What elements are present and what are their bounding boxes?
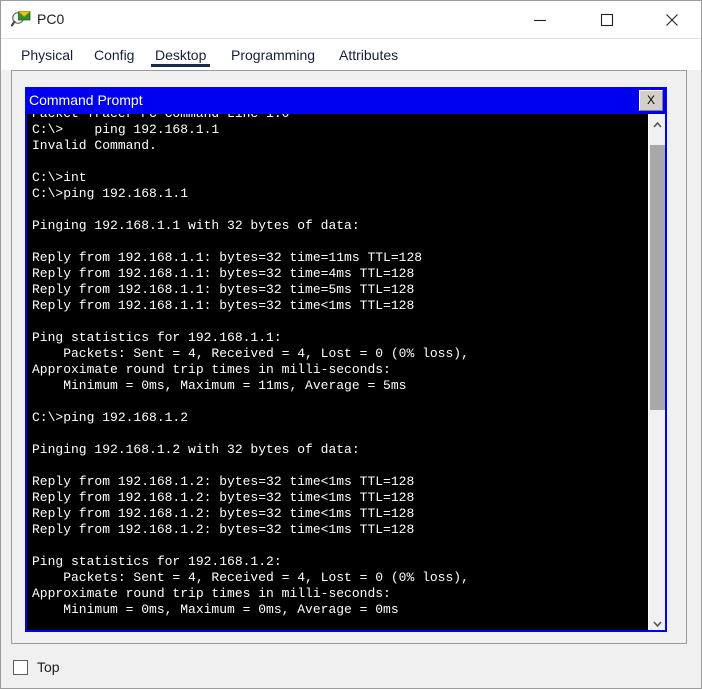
window-title-bar: PC0: [1, 1, 701, 39]
footer-bar: Top: [13, 656, 60, 678]
scrollbar-down-arrow-button[interactable]: [649, 613, 665, 630]
scrollbar-up-arrow-button[interactable]: [649, 114, 665, 131]
command-prompt-title-bar[interactable]: Command Prompt X: [25, 87, 667, 114]
tab-physical[interactable]: Physical: [13, 39, 81, 70]
top-checkbox-label: Top: [37, 659, 60, 675]
minimize-icon: [534, 19, 546, 21]
tab-config[interactable]: Config: [86, 39, 142, 70]
tab-programming[interactable]: Programming: [223, 39, 323, 70]
packet-tracer-pc-icon: [10, 9, 32, 29]
scrollbar-thumb[interactable]: [650, 145, 665, 410]
desktop-content-panel: Command Prompt X Packet Tracer PC Comman…: [11, 70, 687, 644]
tab-attributes[interactable]: Attributes: [331, 39, 406, 70]
chevron-up-icon: [652, 122, 662, 128]
maximize-button[interactable]: [584, 1, 630, 38]
tab-desktop[interactable]: Desktop: [147, 39, 214, 70]
minimize-button[interactable]: [517, 1, 563, 38]
maximize-icon: [600, 13, 614, 26]
top-checkbox[interactable]: [13, 659, 28, 675]
command-prompt-window: Command Prompt X Packet Tracer PC Comman…: [25, 87, 667, 632]
window-title: PC0: [37, 11, 65, 27]
terminal-scrollbar[interactable]: [648, 114, 665, 630]
close-button[interactable]: [649, 1, 695, 38]
chevron-down-icon: [652, 621, 662, 627]
close-icon: [666, 13, 678, 26]
pc0-window: PC0 Physical Config Desktop Programming …: [0, 0, 702, 689]
command-prompt-title: Command Prompt: [29, 92, 143, 108]
device-tab-bar: Physical Config Desktop Programming Attr…: [1, 39, 701, 70]
terminal-text: Packet Tracer PC Command Line 1.0 C:\> p…: [32, 114, 469, 617]
terminal-output-area[interactable]: Packet Tracer PC Command Line 1.0 C:\> p…: [27, 114, 665, 630]
command-prompt-close-button[interactable]: X: [639, 90, 663, 111]
